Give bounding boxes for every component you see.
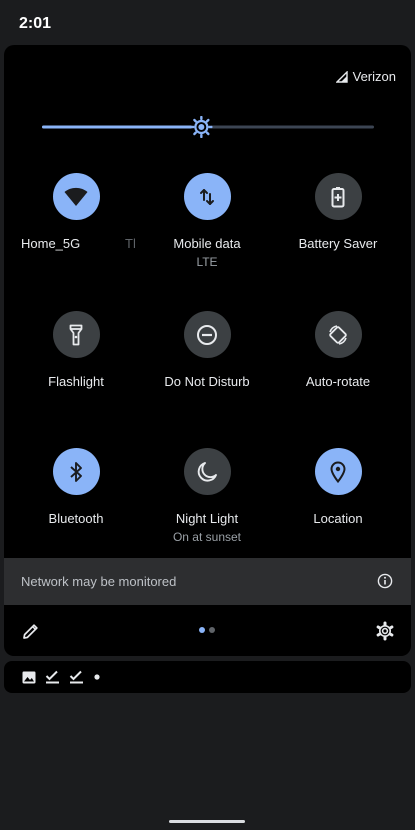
night-light-label: Night Light [175,511,239,526]
brightness-fill [42,125,202,129]
gesture-nav-handle[interactable] [169,820,245,823]
tile-night-light[interactable]: Night Light On at sunset [139,448,275,544]
checklist-icon [69,670,83,684]
tile-wifi[interactable]: Home_5G Tl . [8,173,144,251]
brightness-slider[interactable] [42,116,374,138]
location-label: Location [313,511,363,526]
location-icon [330,461,346,483]
tile-flashlight[interactable]: Flashlight [8,311,144,389]
carrier-name: Verizon [352,69,396,84]
image-icon [22,671,36,683]
bluetooth-icon [70,461,82,482]
flashlight-icon [69,324,83,345]
mobile-data-tile-button[interactable] [183,173,231,220]
dnd-tile-button[interactable] [183,311,231,358]
auto-rotate-tile-button[interactable] [314,311,362,358]
mobile-data-icon [200,188,214,205]
location-tile-button[interactable] [314,448,362,495]
page-dot-active [199,627,205,633]
night-light-icon [197,461,217,481]
dnd-label: Do Not Disturb [164,374,250,389]
tile-do-not-disturb[interactable]: Do Not Disturb [139,311,275,389]
info-icon[interactable] [377,573,393,589]
quick-settings-bottom-row [4,613,411,647]
flashlight-label: Flashlight [48,374,104,389]
bluetooth-label: Bluetooth [48,511,104,526]
mobile-data-label: Mobile data [173,236,241,251]
tile-bluetooth[interactable]: Bluetooth [8,448,144,526]
battery-saver-tile-button[interactable] [314,173,362,220]
signal-icon [335,70,348,83]
night-light-sublabel: On at sunset [172,530,242,544]
tile-battery-saver[interactable]: Battery Saver [270,173,406,251]
settings-gear-icon[interactable] [375,621,395,641]
wifi-tile-button[interactable] [52,173,100,220]
wifi-overflow-label: Tl [125,236,136,251]
bluetooth-tile-button[interactable] [52,448,100,495]
notification-summary[interactable] [4,661,411,693]
tile-location[interactable]: Location [270,448,406,526]
do-not-disturb-icon [197,324,217,345]
wifi-icon [64,187,88,206]
auto-rotate-label: Auto-rotate [305,374,371,389]
edit-pencil-icon[interactable] [22,622,40,640]
carrier-indicator: Verizon [335,69,396,84]
battery-saver-icon [331,186,345,207]
night-light-tile-button[interactable] [183,448,231,495]
network-monitoring-footer[interactable]: Network may be monitored [4,558,411,605]
checklist-icon [45,670,59,684]
page-indicator [199,627,215,633]
wifi-network-label: Home_5G [21,236,81,251]
quick-settings-panel: Verizon Home_5G Tl . [4,45,411,656]
network-monitoring-message: Network may be monitored [21,574,177,589]
page-dot [209,627,215,633]
tile-mobile-data[interactable]: Mobile data LTE [139,173,275,269]
flashlight-tile-button[interactable] [52,311,100,358]
battery-saver-label: Battery Saver [298,236,378,251]
status-bar-time: 2:01 [19,15,52,32]
mobile-data-sublabel: LTE [196,255,218,269]
more-notifications-dot-icon [94,674,100,680]
auto-rotate-icon [329,324,347,345]
brightness-thumb [190,116,213,138]
tile-auto-rotate[interactable]: Auto-rotate [270,311,406,389]
